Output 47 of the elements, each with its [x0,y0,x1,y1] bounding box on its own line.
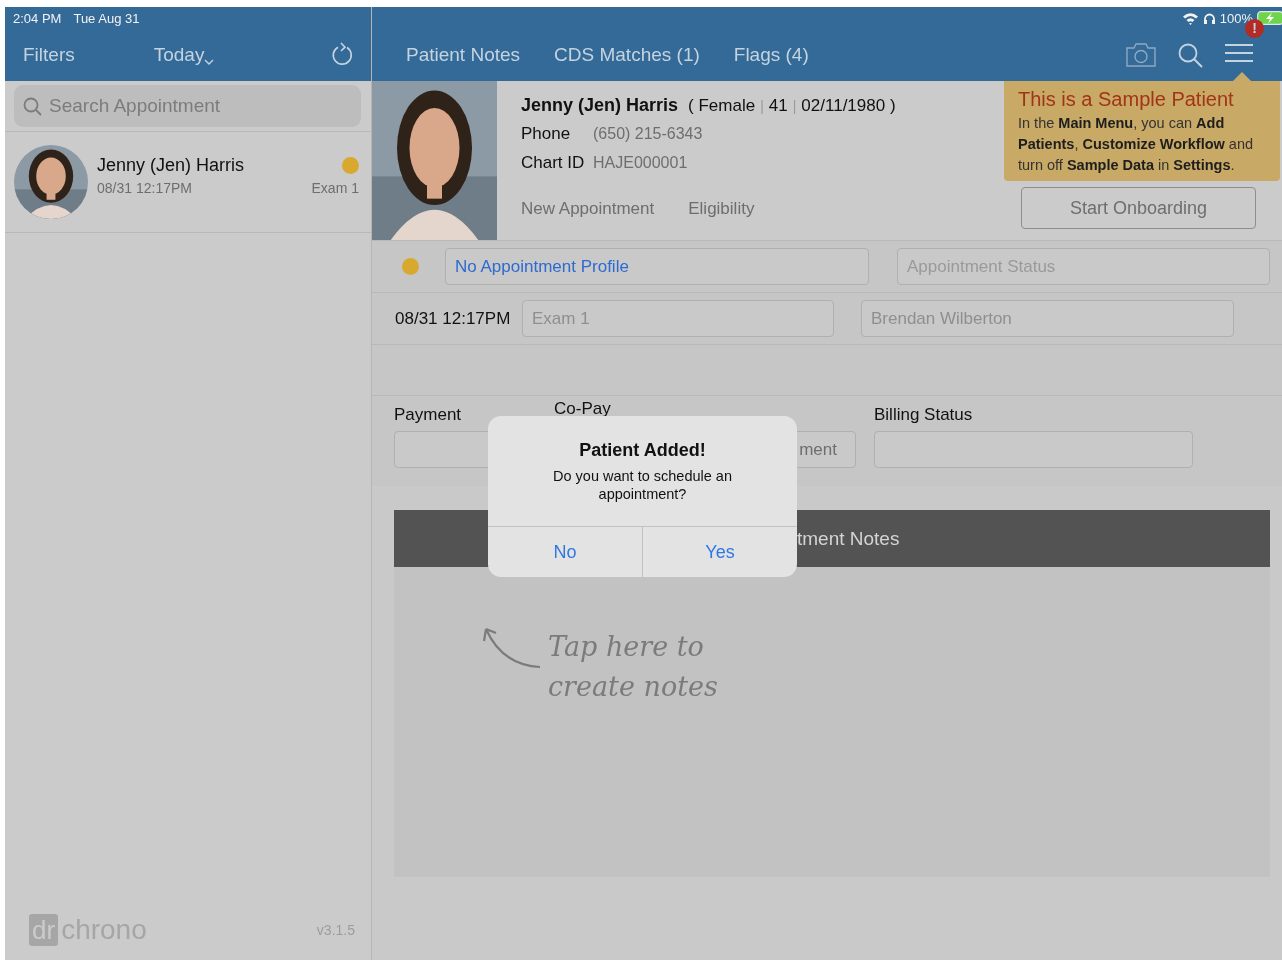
nav-tab[interactable]: Flags (4) [733,44,809,66]
search-field[interactable]: Search Appointment [14,85,361,127]
menu-icon[interactable] [1225,42,1253,63]
filters-button[interactable]: Filters [23,44,75,66]
nav-tab[interactable]: CDS Matches (1) [554,44,700,66]
refresh-icon[interactable] [331,42,355,68]
caret-icon [204,58,215,66]
chart-id: HAJE000001 [593,154,688,172]
patient-name: Jenny (Jen) Harris [521,95,679,116]
exam-room: Exam 1 [311,179,359,196]
billing-status-field[interactable] [874,431,1193,468]
battery-icon [1257,11,1282,25]
appointment-profile-field[interactable]: No Appointment Profile [445,248,869,285]
search-icon[interactable] [1178,42,1203,68]
camera-icon[interactable] [1126,43,1156,67]
appointment-item[interactable]: Jenny (Jen) Harris 08/31 12:17PM Exam 1 [5,132,371,233]
tooltip-text: In the Main Menu, you can Add Patients, Customize Workflow and turn off Sample Data in Settings. [1018,114,1255,175]
patient-details: ( Female | 41 | 02/11/1980 ) [688,96,896,116]
payment-label: Payment [394,405,463,426]
action-link[interactable]: Eligibility [688,199,755,219]
tooltip-title: This is a Sample Patient [1018,88,1235,111]
phone-label: Phone [521,124,572,144]
search-icon [23,97,42,116]
appointment-datetime: 08/31 12:17PM [395,308,512,329]
chart-id-label: Chart ID [521,153,586,173]
exam-room-field[interactable]: Exam 1 [522,300,834,337]
billing-status-label: Billing Status [874,405,974,426]
status-date: Tue Aug 31 [73,10,140,26]
notes-hint: create notes [548,670,718,704]
status-time: 2:04 PM [13,10,62,26]
co-pay-label: Co-Pay [554,399,612,420]
patient-name: Jenny (Jen) Harris [97,154,245,176]
appointment-time: 08/31 12:17PM [97,179,192,196]
notes-hint: Tap here to [548,630,705,664]
notes-area[interactable]: Tap here to create notes [394,567,1270,877]
wifi-icon [1181,11,1199,25]
curved-arrow-icon [482,625,542,671]
dialog-title: Patient Added! [579,440,706,461]
action-link[interactable]: New Appointment [521,199,655,219]
headphones-icon [1202,11,1216,25]
nav-tab[interactable]: Patient Notes [406,44,521,66]
dialog-message: Do you want to schedule an appointment? [552,467,733,503]
today-dropdown[interactable]: Today [153,44,215,66]
start-onboarding-button[interactable]: Start Onboarding [1021,187,1256,229]
phone-number: (650) 215-6343 [593,125,703,143]
provider-field[interactable]: Brendan Wilberton [861,300,1234,337]
dialog-button[interactable]: Yes [642,527,797,577]
